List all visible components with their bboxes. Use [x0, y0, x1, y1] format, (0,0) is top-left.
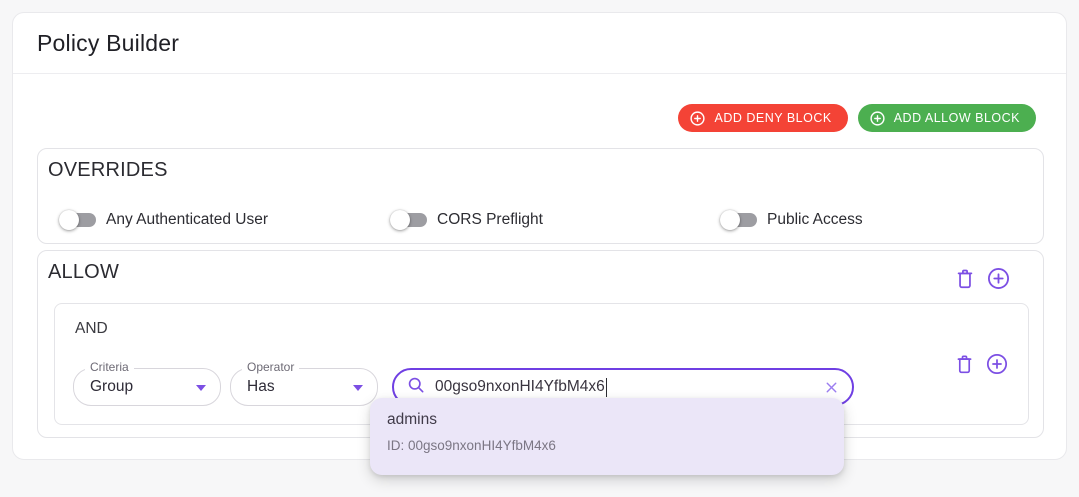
- plus-circle-icon: [986, 353, 1008, 375]
- allow-block-actions: [954, 266, 1010, 290]
- toggle-group-any-authenticated-user: Any Authenticated User: [59, 206, 268, 234]
- trash-icon: [954, 266, 976, 290]
- overrides-title: OVERRIDES: [48, 159, 168, 181]
- cors-preflight-toggle[interactable]: [390, 209, 428, 231]
- public-access-toggle[interactable]: [720, 209, 758, 231]
- condition-row-actions: [954, 352, 1008, 375]
- toggle-label: CORS Preflight: [437, 211, 543, 228]
- operator-select[interactable]: Operator Has: [230, 360, 378, 406]
- delete-allow-block-button[interactable]: [954, 266, 976, 290]
- group-suggestion-option[interactable]: admins ID: 00gso9nxonHI4YfbM4x6: [370, 398, 844, 475]
- suggestion-group-id: ID: 00gso9nxonHI4YfbM4x6: [387, 438, 556, 453]
- add-allow-block-button[interactable]: ADD ALLOW BLOCK: [857, 104, 1036, 132]
- allow-block-title: ALLOW: [48, 261, 120, 283]
- add-deny-block-label: ADD DENY BLOCK: [714, 111, 832, 125]
- card-header: Policy Builder: [13, 13, 1066, 74]
- page-title: Policy Builder: [37, 29, 180, 56]
- block-actions-row: ADD DENY BLOCK ADD ALLOW BLOCK: [678, 104, 1036, 132]
- plus-circle-icon: [689, 110, 706, 127]
- overrides-section: OVERRIDES Any Authenticated User CORS Pr…: [37, 148, 1044, 244]
- toggle-group-cors-preflight: CORS Preflight: [390, 206, 543, 234]
- chevron-down-icon: [196, 385, 206, 391]
- add-allow-block-label: ADD ALLOW BLOCK: [893, 111, 1020, 125]
- add-deny-block-button[interactable]: ADD DENY BLOCK: [678, 104, 848, 132]
- clear-search-button[interactable]: [823, 379, 840, 396]
- criteria-select-value: Group: [90, 378, 134, 395]
- toggle-thumb: [720, 210, 740, 230]
- plus-circle-icon: [869, 110, 886, 127]
- suggestion-group-name: admins: [387, 411, 437, 428]
- text-cursor: [605, 377, 608, 397]
- group-search-value: 00gso9nxonHI4YfbM4x6: [435, 378, 605, 395]
- plus-circle-icon: [987, 267, 1010, 290]
- add-condition-group-button[interactable]: [987, 267, 1010, 290]
- policy-builder-card: Policy Builder ADD DENY BLOCK ADD ALLOW …: [12, 12, 1067, 460]
- operator-select-value: Has: [247, 378, 275, 395]
- toggle-label: Any Authenticated User: [106, 211, 268, 228]
- criteria-select[interactable]: Criteria Group: [73, 360, 221, 406]
- toggle-thumb: [390, 210, 410, 230]
- chevron-down-icon: [353, 385, 363, 391]
- logic-operator-label: AND: [75, 320, 108, 337]
- toggle-label: Public Access: [767, 211, 863, 228]
- toggle-group-public-access: Public Access: [720, 206, 863, 234]
- trash-icon: [954, 352, 975, 375]
- search-icon: [406, 375, 426, 400]
- policy-builder-screen: Policy Builder ADD DENY BLOCK ADD ALLOW …: [0, 0, 1079, 497]
- any-authenticated-user-toggle[interactable]: [59, 209, 97, 231]
- add-condition-button[interactable]: [986, 353, 1008, 375]
- toggle-thumb: [59, 210, 79, 230]
- close-icon: [823, 379, 840, 396]
- delete-condition-button[interactable]: [954, 352, 975, 375]
